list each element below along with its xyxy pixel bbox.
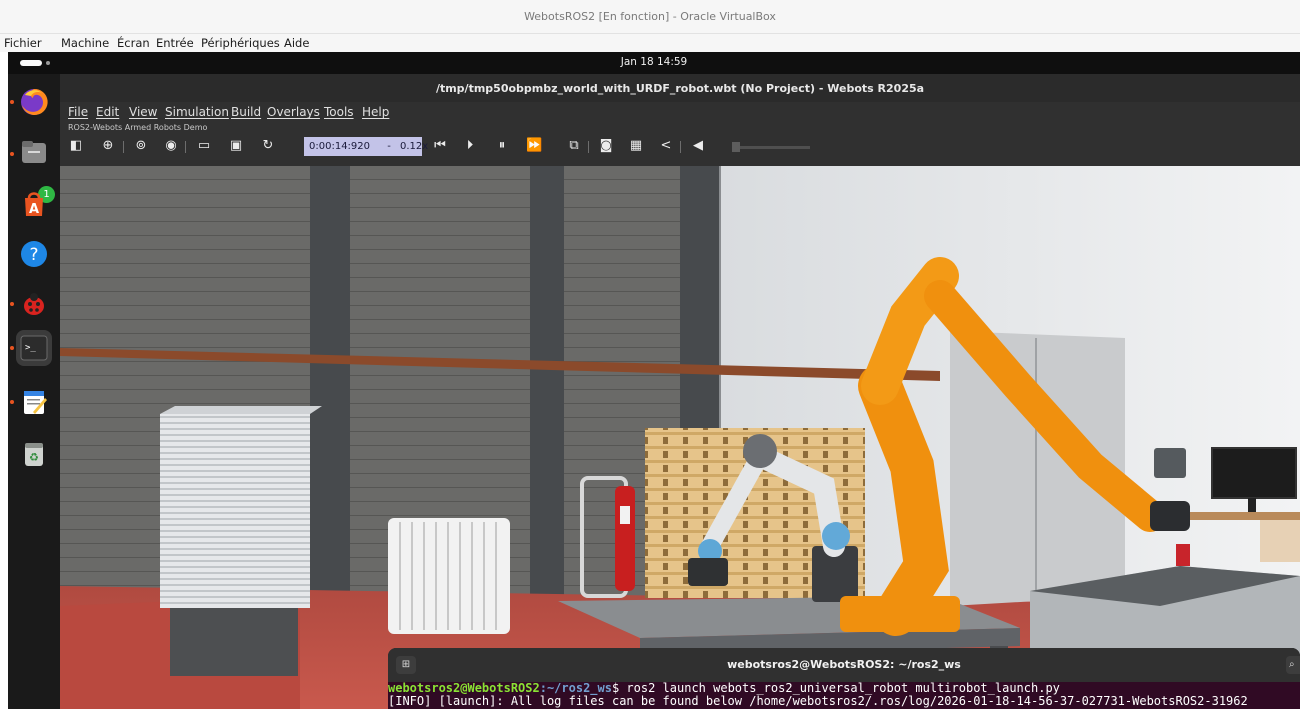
webots-menu-simulation[interactable]: Simulation: [165, 105, 229, 119]
sound-icon[interactable]: ◀: [690, 138, 706, 154]
terminal-window: ⊞ webotsros2@WebotsROS2: ~/ros2_ws ⌕ web…: [388, 648, 1300, 709]
toolbar-separator: [185, 141, 186, 153]
running-indicator: [10, 152, 14, 156]
firefox-icon: [21, 88, 48, 115]
search-icon[interactable]: ⌕: [1286, 656, 1300, 674]
toolbar-separator: [588, 141, 589, 153]
speed-separator: -: [387, 141, 391, 152]
vb-menu-machine[interactable]: Machine: [61, 36, 109, 50]
app-center-icon: A: [25, 192, 43, 217]
terminal-title: webotsros2@WebotsROS2: ~/ros2_ws: [727, 658, 961, 671]
guest-screen: Jan 18 14:59 1 A ? >_ ♻ /tmp/tmp50obpmbz…: [8, 52, 1300, 709]
webots-window-title: /tmp/tmp50obpmbz_world_with_URDF_robot.w…: [435, 82, 925, 95]
simulation-speed: 0.12x: [400, 141, 429, 152]
dock-item-app-center[interactable]: A: [16, 186, 52, 222]
add-node-icon[interactable]: ⊕: [100, 138, 116, 154]
terminal-header: ⊞ webotsros2@WebotsROS2: ~/ros2_ws ⌕: [388, 648, 1300, 682]
webots-menu-tools[interactable]: Tools: [324, 105, 354, 119]
follow-object-icon[interactable]: ⊚: [133, 138, 149, 154]
text-editor-icon: [24, 391, 47, 414]
simulation-time: 0:00:14:920: [309, 141, 371, 152]
dock-item-text-editor[interactable]: [16, 384, 52, 420]
fast-forward-icon[interactable]: ⏩: [526, 138, 542, 154]
simulation-time-display: 0:00:14:920 - 0.12x: [304, 137, 428, 156]
screenshot-camera-icon[interactable]: ◙: [598, 138, 614, 154]
virtualbox-menubar: Fichier Machine Écran Entrée Périphériqu…: [0, 34, 1300, 52]
virtualbox-titlebar: WebotsROS2 [En fonction] - Oracle Virtua…: [0, 0, 1300, 34]
3d-viewport[interactable]: [60, 166, 1300, 709]
dock-item-files[interactable]: [16, 134, 52, 170]
pause-icon[interactable]: ⏸: [494, 138, 510, 154]
dock-item-terminal[interactable]: >_: [16, 330, 52, 366]
step-icon[interactable]: ⏵: [462, 138, 478, 154]
vb-menu-entree[interactable]: Entrée: [156, 36, 194, 50]
svg-text:A: A: [29, 202, 39, 217]
webots-menu-file[interactable]: File: [68, 105, 88, 119]
running-indicator: [10, 400, 14, 404]
world-info-title: ROS2-Webots Armed Robots Demo: [68, 123, 208, 132]
prompt-path: :~/ros2_ws: [539, 681, 612, 695]
svg-text:♻: ♻: [29, 451, 39, 464]
webots-menu-help[interactable]: Help: [362, 105, 389, 119]
dock-item-trash[interactable]: ♻: [16, 436, 52, 472]
scene-tree-toggle-icon[interactable]: ◧: [68, 138, 84, 154]
vb-menu-fichier[interactable]: Fichier: [4, 36, 42, 50]
running-indicator: [10, 100, 14, 104]
clock[interactable]: Jan 18 14:59: [8, 56, 1300, 68]
render-toggle-icon[interactable]: ⧉: [566, 138, 582, 154]
dock-item-help[interactable]: ?: [16, 236, 52, 272]
reset-simulation-icon[interactable]: ⏮: [432, 138, 448, 154]
webots-menu-view[interactable]: View: [129, 105, 157, 119]
ubuntu-top-bar: Jan 18 14:59: [8, 52, 1300, 74]
running-indicator: [10, 346, 14, 350]
trash-icon: ♻: [25, 443, 43, 466]
vb-menu-ecran[interactable]: Écran: [117, 36, 150, 50]
simulation-scene[interactable]: [60, 166, 1300, 709]
ubuntu-dock: 1 A ? >_ ♻: [8, 74, 60, 709]
reload-world-icon[interactable]: ↻: [260, 138, 276, 154]
webots-menu-edit[interactable]: Edit: [96, 105, 119, 119]
terminal-icon: >_: [20, 335, 48, 361]
svg-text:>_: >_: [25, 343, 36, 353]
webots-menubar: File Edit View Simulation Build Overlays…: [60, 102, 1300, 120]
volume-slider[interactable]: [732, 146, 810, 149]
toolbar-separator: [123, 141, 124, 153]
view-eye-icon[interactable]: ◉: [163, 138, 179, 154]
webots-menu-build[interactable]: Build: [231, 105, 261, 119]
terminal-output[interactable]: webotsros2@WebotsROS2:~/ros2_ws$ ros2 la…: [388, 682, 1300, 709]
log-info-line: [INFO] [launch]: All log files can be fo…: [388, 694, 1248, 708]
vb-menu-aide[interactable]: Aide: [284, 36, 309, 50]
running-indicator: [10, 302, 14, 306]
prompt-user: webotsros2@WebotsROS2: [388, 681, 540, 695]
save-world-icon[interactable]: ▣: [228, 138, 244, 154]
files-icon: [22, 141, 46, 163]
webots-toolbar: ◧ ⊕ ⊚ ◉ ▭ ▣ ↻ 0:00:14:920 - 0.12x ⏮ ⏵ ⏸ …: [60, 132, 1300, 160]
virtualbox-window-title: WebotsROS2 [En fonction] - Oracle Virtua…: [524, 10, 776, 23]
webots-titlebar: /tmp/tmp50obpmbz_world_with_URDF_robot.w…: [60, 74, 1300, 102]
open-world-icon[interactable]: ▭: [196, 138, 212, 154]
dock-item-webots[interactable]: [16, 286, 52, 322]
webots-ladybug-icon: [24, 293, 44, 315]
share-icon[interactable]: <: [658, 138, 674, 154]
command-text: $ ros2 launch webots_ros2_universal_robo…: [611, 681, 1060, 695]
webots-window: /tmp/tmp50obpmbz_world_with_URDF_robot.w…: [60, 74, 1300, 709]
dock-item-firefox[interactable]: [16, 84, 52, 120]
webots-menu-overlays[interactable]: Overlays: [267, 105, 320, 119]
toolbar-separator: [680, 141, 681, 153]
record-movie-icon[interactable]: ▦: [628, 138, 644, 154]
svg-text:?: ?: [29, 245, 38, 265]
vb-menu-peripheriques[interactable]: Périphériques: [201, 36, 280, 50]
volume-slider-handle[interactable]: [732, 142, 740, 152]
help-icon: ?: [21, 241, 47, 267]
